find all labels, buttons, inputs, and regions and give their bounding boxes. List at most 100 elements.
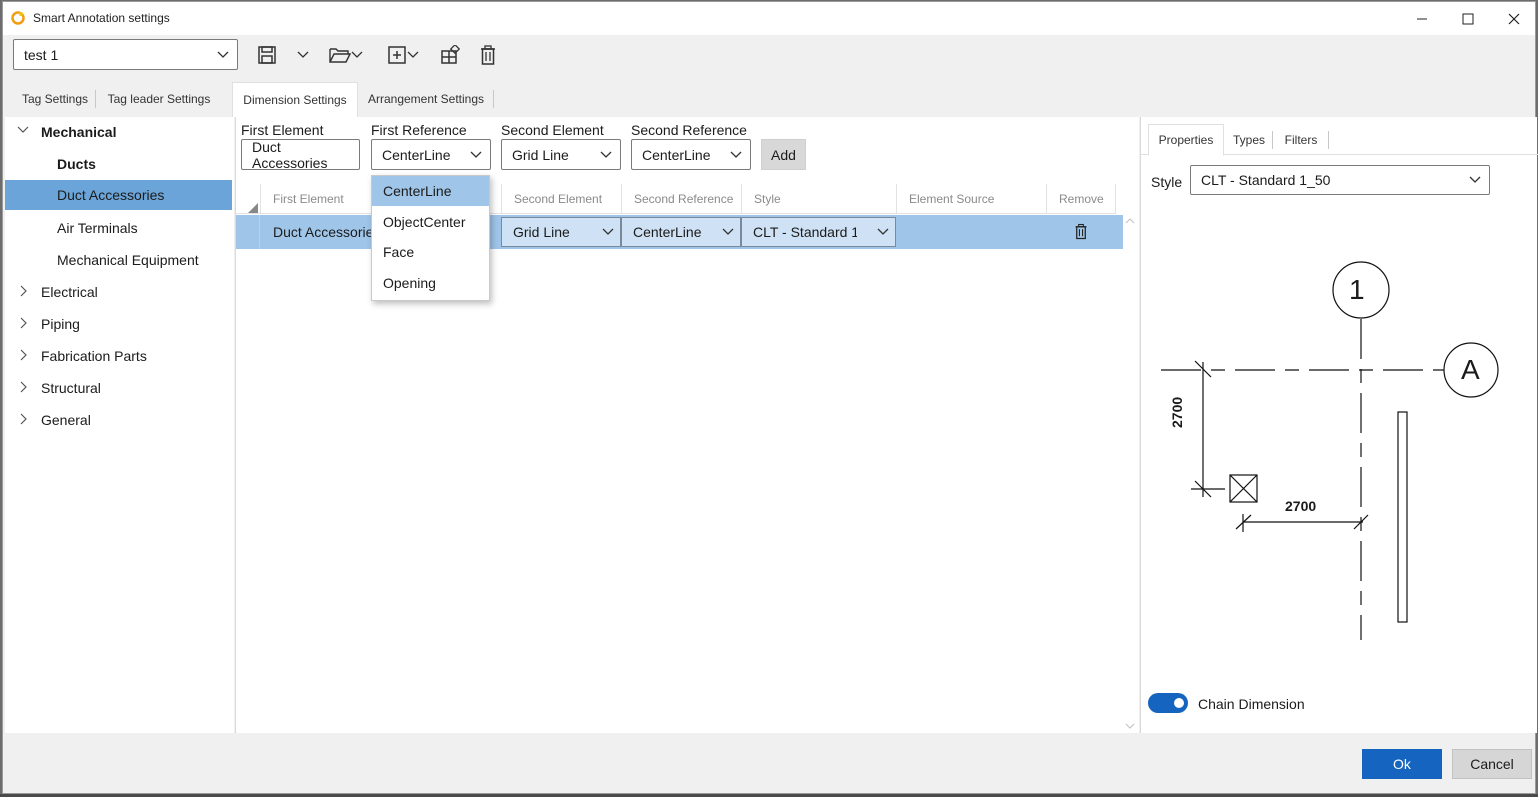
- second-reference-select[interactable]: CenterLine: [631, 139, 751, 170]
- trash-icon: [481, 45, 495, 65]
- tab-types[interactable]: Types: [1227, 124, 1271, 155]
- second-reference-value: CenterLine: [642, 146, 711, 163]
- maximize-button[interactable]: [1445, 2, 1491, 35]
- add-button[interactable]: Add: [761, 139, 806, 170]
- second-element-value: Grid Line: [512, 146, 569, 163]
- dropdown-option-label: CenterLine: [383, 183, 452, 199]
- tab-label: Tag Settings: [21, 92, 89, 106]
- tab-separator: [493, 90, 494, 108]
- title-bar: Smart Annotation settings: [3, 2, 1535, 35]
- first-element-input[interactable]: Duct Accessories: [241, 138, 360, 171]
- chevron-down-icon: [407, 51, 419, 58]
- second-element-label: Second Element: [501, 122, 604, 138]
- save-menu-button[interactable]: [292, 44, 314, 66]
- chevron-down-icon: [470, 151, 482, 158]
- expand-arrow-icon: [20, 317, 27, 329]
- trash-icon: [1075, 223, 1087, 240]
- second-element-select[interactable]: Grid Line: [501, 139, 621, 170]
- save-button[interactable]: [256, 44, 278, 66]
- category-tree: Mechanical Ducts Duct Accessories Air Te…: [5, 117, 234, 733]
- close-button[interactable]: [1491, 2, 1537, 35]
- tab-filters[interactable]: Filters: [1274, 124, 1328, 155]
- column-header-style[interactable]: Style: [741, 184, 896, 214]
- row-style-value: CLT - Standard 1_50: [753, 224, 857, 240]
- dropdown-option-label: Face: [383, 244, 415, 260]
- app-icon: [11, 11, 25, 25]
- column-header-label: First Element: [273, 192, 344, 206]
- row-second-element-select[interactable]: Grid Line: [501, 217, 621, 247]
- tree-item-electrical[interactable]: Electrical: [5, 277, 232, 307]
- first-element-value: Duct Accessories: [252, 138, 328, 171]
- tab-dimension-settings[interactable]: Dimension Settings: [232, 82, 358, 117]
- tab-tag-leader-settings[interactable]: Tag leader Settings: [99, 82, 219, 116]
- column-header-label: Element Source: [909, 192, 995, 206]
- dropdown-option-objectcenter[interactable]: ObjectCenter: [372, 207, 489, 237]
- row-first-element[interactable]: Duct Accessories: [273, 224, 371, 240]
- add-button[interactable]: [383, 44, 423, 66]
- column-header-element-source[interactable]: Element Source: [896, 184, 1046, 214]
- grid-scrollbar[interactable]: [1123, 214, 1137, 733]
- delete-profile-button[interactable]: [477, 44, 499, 66]
- profile-select[interactable]: test 1: [13, 39, 238, 70]
- row-second-element-value: Grid Line: [513, 224, 570, 240]
- table-row[interactable]: Duct Accessories Grid Line CenterLine CL…: [236, 215, 1123, 249]
- column-header-label: Second Element: [514, 192, 603, 206]
- sort-corner-icon: [248, 203, 258, 213]
- tree-item-label: Piping: [41, 316, 80, 332]
- tree-item-duct-accessories[interactable]: Duct Accessories: [5, 180, 232, 210]
- dropdown-option-centerline[interactable]: CenterLine: [372, 176, 489, 206]
- chevron-down-icon: [602, 228, 614, 235]
- column-header-first-element[interactable]: First Element: [260, 184, 372, 214]
- tree-item-mechanical-equipment[interactable]: Mechanical Equipment: [5, 245, 232, 275]
- row-header[interactable]: [236, 215, 260, 249]
- maximize-icon: [1462, 13, 1474, 24]
- dropdown-option-opening[interactable]: Opening: [372, 268, 489, 298]
- chevron-down-icon: [351, 51, 363, 58]
- tab-properties[interactable]: Properties: [1148, 124, 1224, 156]
- toggle-knob: [1174, 698, 1184, 708]
- first-reference-select[interactable]: CenterLine: [371, 139, 491, 170]
- grid-bubble-1-label: 1: [1349, 274, 1365, 305]
- column-header-second-reference[interactable]: Second Reference: [621, 184, 741, 214]
- style-select[interactable]: CLT - Standard 1_50: [1190, 165, 1490, 195]
- ok-button[interactable]: Ok: [1362, 749, 1442, 779]
- dropdown-option-face[interactable]: Face: [372, 237, 489, 267]
- cancel-button[interactable]: Cancel: [1452, 749, 1532, 779]
- open-folder-icon: [329, 48, 351, 63]
- first-reference-value: CenterLine: [382, 146, 451, 163]
- tab-label: Properties: [1158, 133, 1214, 147]
- row-remove-button[interactable]: [1074, 223, 1088, 243]
- tab-arrangement-settings[interactable]: Arrangement Settings: [360, 82, 492, 116]
- column-header-remove[interactable]: Remove: [1046, 184, 1116, 214]
- column-header-second-element[interactable]: Second Element: [501, 184, 621, 214]
- row-second-reference-select[interactable]: CenterLine: [621, 217, 741, 247]
- tab-label: Arrangement Settings: [367, 92, 485, 106]
- tab-label: Types: [1232, 132, 1265, 147]
- chevron-down-icon: [722, 228, 734, 235]
- tree-item-air-terminals[interactable]: Air Terminals: [5, 213, 232, 243]
- tree-item-label: Electrical: [41, 284, 98, 300]
- row-style-select[interactable]: CLT - Standard 1_50: [741, 217, 896, 247]
- tree-item-ducts[interactable]: Ducts: [5, 149, 232, 179]
- properties-panel: Properties Types Filters Style CLT - Sta…: [1140, 117, 1538, 733]
- style-select-value: CLT - Standard 1_50: [1201, 172, 1331, 188]
- open-button[interactable]: [327, 44, 365, 66]
- duplicate-button[interactable]: [439, 44, 461, 66]
- minimize-button[interactable]: [1399, 2, 1445, 35]
- tree-item-piping[interactable]: Piping: [5, 309, 232, 339]
- grid-header: First Element Second Element Second Refe…: [236, 184, 1116, 214]
- grid-bubble-a-label: A: [1461, 354, 1480, 385]
- column-header-label: Style: [754, 192, 781, 206]
- chain-dimension-toggle[interactable]: [1148, 693, 1188, 713]
- chevron-down-icon: [600, 151, 612, 158]
- tree-item-fabrication-parts[interactable]: Fabrication Parts: [5, 341, 232, 371]
- tree-item-general[interactable]: General: [5, 405, 232, 435]
- dimension-vertical-label: 2700: [1169, 396, 1185, 428]
- close-icon: [1508, 13, 1520, 24]
- second-reference-label: Second Reference: [631, 122, 747, 138]
- tab-label: Tag leader Settings: [107, 92, 211, 106]
- tab-tag-settings[interactable]: Tag Settings: [15, 82, 95, 116]
- profile-select-value: test 1: [24, 46, 59, 63]
- tree-item-mechanical[interactable]: Mechanical: [5, 117, 232, 147]
- tree-item-structural[interactable]: Structural: [5, 373, 232, 403]
